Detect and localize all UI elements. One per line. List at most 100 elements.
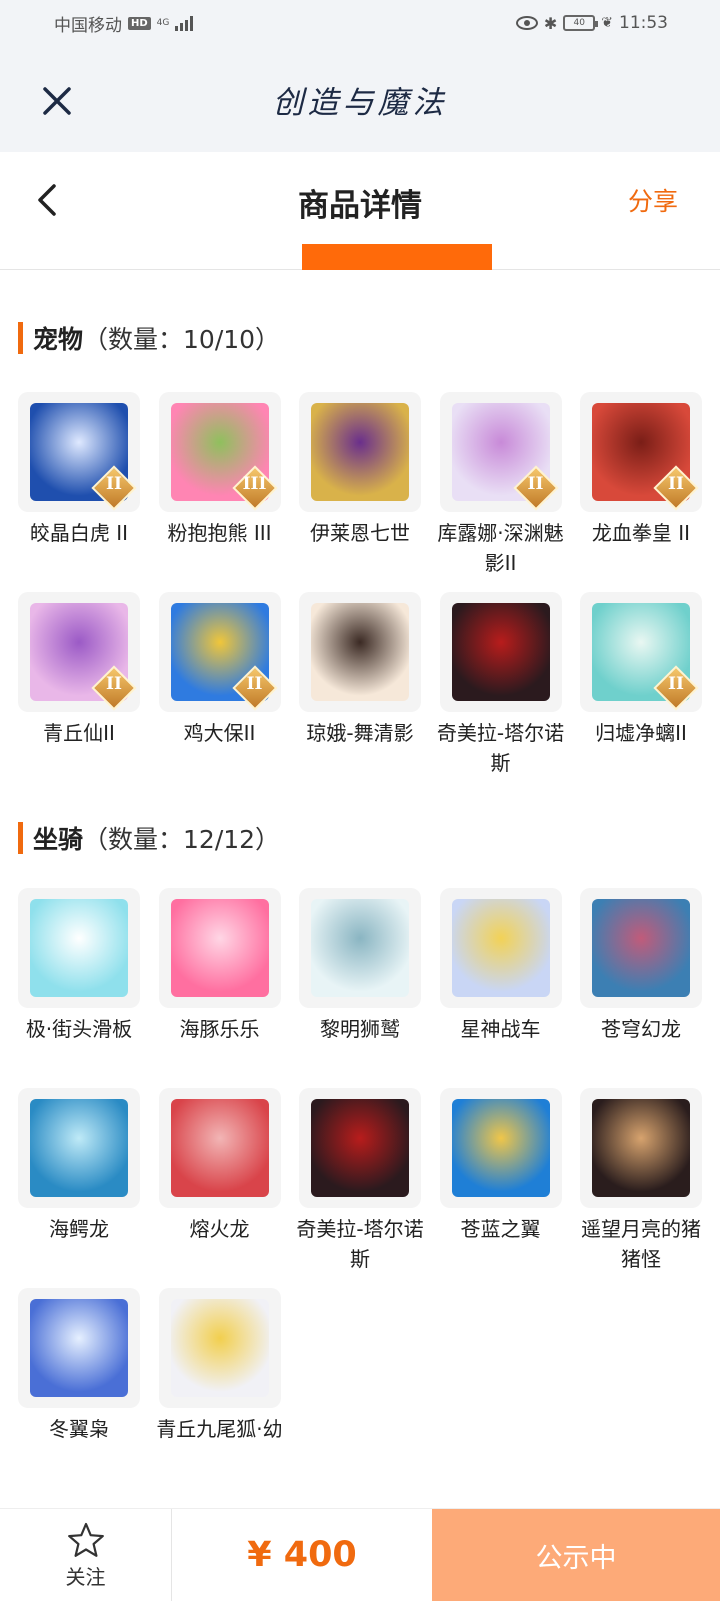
item-thumbnail[interactable]: II — [580, 392, 702, 512]
item-name: 苍穹幻龙 — [601, 1017, 681, 1041]
item-artwork — [451, 1099, 550, 1197]
eye-icon — [515, 16, 538, 30]
pets-section-count: （数量：10/10） — [83, 325, 281, 354]
item-name: 熔火龙 — [189, 1217, 250, 1241]
mounts-item[interactable]: 遥望月亮的猪猪怪 — [580, 1088, 702, 1288]
pets-item[interactable]: 琼娥-舞清影 — [299, 592, 421, 792]
item-name: 粉抱抱熊 III — [167, 521, 272, 545]
pets-item[interactable]: III 粉抱抱熊 III — [158, 392, 281, 592]
pets-item[interactable]: II 归墟净螭II — [580, 592, 702, 792]
item-thumbnail[interactable] — [18, 888, 140, 1008]
item-thumbnail[interactable] — [299, 888, 421, 1008]
mounts-item[interactable]: 熔火龙 — [158, 1088, 281, 1288]
item-name: 青丘仙II — [43, 721, 115, 745]
mounts-item[interactable]: 海鳄龙 — [18, 1088, 140, 1288]
item-name: 奇美拉-塔尔诺斯 — [296, 1217, 424, 1271]
close-icon[interactable] — [40, 84, 74, 118]
item-artwork — [592, 1099, 690, 1197]
follow-button[interactable]: 关注 — [0, 1509, 172, 1601]
item-thumbnail[interactable] — [439, 1088, 562, 1208]
item-artwork — [170, 1299, 269, 1397]
section-accent-bar — [18, 322, 23, 354]
item-artwork — [170, 899, 269, 997]
page-title: 商品详情 — [298, 188, 422, 224]
mounts-item[interactable]: 黎明狮鹫 — [299, 888, 421, 1088]
item-artwork — [451, 603, 550, 701]
tier-badge-label: II — [246, 674, 263, 694]
item-thumbnail[interactable] — [299, 1088, 421, 1208]
mounts-item[interactable]: 苍蓝之翼 — [439, 1088, 562, 1288]
pets-item[interactable]: 伊莱恩七世 — [299, 392, 421, 592]
status-right: ✱ 40 ❦ 11:53 — [515, 13, 668, 33]
item-thumbnail[interactable] — [158, 1288, 281, 1408]
item-artwork — [30, 1299, 128, 1397]
tier-badge-label: II — [106, 474, 122, 494]
item-name: 鸡大保II — [183, 721, 256, 745]
mounts-item[interactable]: 青丘九尾狐·幼 — [156, 1288, 283, 1488]
battery-icon: 40 — [563, 15, 599, 31]
item-thumbnail[interactable] — [158, 888, 281, 1008]
mounts-item[interactable]: 奇美拉-塔尔诺斯 — [296, 1088, 424, 1288]
item-thumbnail[interactable] — [439, 888, 562, 1008]
tier-badge-label: II — [527, 474, 544, 494]
item-artwork — [311, 403, 409, 501]
item-artwork — [311, 1099, 409, 1197]
item-thumbnail[interactable] — [299, 592, 421, 712]
signal-icon — [175, 15, 194, 31]
item-thumbnail[interactable] — [18, 1088, 140, 1208]
item-name: 极·街头滑板 — [25, 1017, 133, 1041]
item-thumbnail[interactable] — [580, 1088, 702, 1208]
tab-indicator — [302, 244, 492, 270]
hd-badge: HD — [128, 16, 151, 30]
pets-item[interactable]: II 库露娜·深渊魅影II — [437, 392, 564, 592]
mounts-grid: 极·街头滑板 海豚乐乐 黎明狮鹫 星神战车 苍穹幻龙海鳄龙 熔火龙 奇美拉-塔尔诺斯 苍蓝之翼… — [18, 888, 702, 1488]
mounts-item[interactable]: 星神战车 — [439, 888, 562, 1088]
network-type: 4G — [156, 18, 170, 28]
item-name: 琼娥-舞清影 — [306, 721, 414, 745]
publicity-status-button[interactable]: 公示中 — [432, 1509, 720, 1601]
item-thumbnail[interactable] — [158, 1088, 281, 1208]
item-name: 归墟净螭II — [595, 721, 687, 745]
mounts-item[interactable]: 极·街头滑板 — [18, 888, 140, 1088]
item-name: 龙血拳皇 II — [591, 521, 691, 545]
mounts-section-header: 坐骑 （数量：12/12） — [18, 822, 280, 854]
item-name: 苍蓝之翼 — [460, 1217, 541, 1241]
item-thumbnail[interactable] — [299, 392, 421, 512]
price: ¥ 400 — [247, 1535, 357, 1575]
pets-item[interactable]: 奇美拉-塔尔诺斯 — [436, 592, 565, 792]
item-thumbnail[interactable]: II — [439, 392, 562, 512]
item-thumbnail[interactable]: II — [18, 592, 140, 712]
app-title: 创造与魔法 — [272, 84, 448, 121]
item-name: 奇美拉-塔尔诺斯 — [436, 721, 565, 775]
item-name: 遥望月亮的猪猪怪 — [581, 1217, 701, 1271]
status-bar: 中国移动 HD 4G ✱ 40 ❦ 11:53 — [0, 0, 720, 46]
item-name: 青丘九尾狐·幼 — [156, 1417, 283, 1441]
item-artwork — [311, 603, 409, 701]
share-button[interactable]: 分享 — [628, 182, 678, 218]
tier-badge-label: II — [668, 674, 684, 694]
item-name: 库露娜·深渊魅影II — [437, 521, 564, 575]
item-thumbnail[interactable] — [18, 1288, 140, 1408]
star-icon — [67, 1522, 104, 1557]
mounts-item[interactable]: 苍穹幻龙 — [580, 888, 702, 1088]
item-artwork — [592, 899, 690, 997]
pets-item[interactable]: II 鸡大保II — [158, 592, 281, 792]
pets-item[interactable]: II 龙血拳皇 II — [580, 392, 702, 592]
clock: 11:53 — [619, 13, 668, 33]
tier-badge-label: III — [242, 474, 267, 494]
item-artwork — [170, 1099, 269, 1197]
item-thumbnail[interactable] — [439, 592, 562, 712]
item-thumbnail[interactable] — [580, 888, 702, 1008]
pets-item[interactable]: II 青丘仙II — [18, 592, 140, 792]
pets-item[interactable]: II 皎晶白虎 II — [18, 392, 140, 592]
mounts-item[interactable]: 海豚乐乐 — [158, 888, 281, 1088]
item-thumbnail[interactable]: II — [580, 592, 702, 712]
bluetooth-icon: ✱ — [543, 13, 558, 33]
mounts-item[interactable]: 冬翼枭 — [18, 1288, 140, 1488]
item-name: 海鳄龙 — [49, 1217, 109, 1241]
item-thumbnail[interactable]: II — [18, 392, 140, 512]
item-thumbnail[interactable]: III — [158, 392, 281, 512]
item-name: 冬翼枭 — [49, 1417, 109, 1441]
item-thumbnail[interactable]: II — [158, 592, 281, 712]
mounts-section-count: （数量：12/12） — [83, 825, 281, 854]
